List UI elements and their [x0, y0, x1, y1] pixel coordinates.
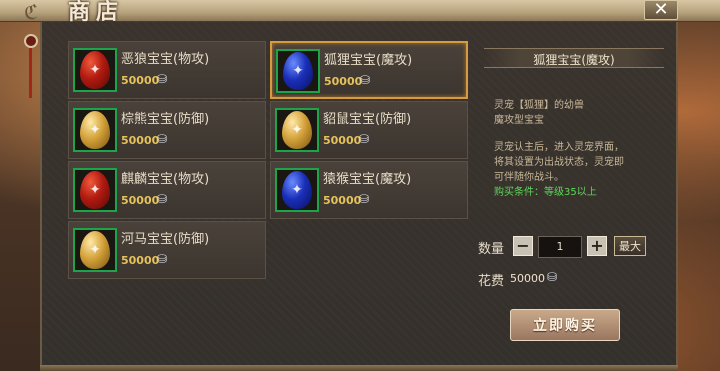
detail-description: 灵宠【狐狸】的幼兽 — [494, 100, 584, 111]
detail-description: 魔攻型宝宝 — [494, 115, 544, 126]
item-price: 50000 — [121, 74, 160, 87]
detail-title: 狐狸宝宝(魔攻) — [533, 53, 615, 67]
item-price: 50000 — [323, 194, 362, 207]
close-icon: ✕ — [653, 0, 669, 20]
item-price: 50000 — [323, 134, 362, 147]
shop-item[interactable]: ✦ 狐狸宝宝(魔攻) 50000 ⛁ — [270, 41, 468, 99]
item-price: 50000 — [121, 254, 160, 267]
item-name: 麒麟宝宝(物攻) — [121, 172, 210, 187]
side-knob-icon — [24, 34, 38, 48]
shop-item[interactable]: ✦ 棕熊宝宝(防御) 50000 ⛁ — [68, 101, 266, 159]
shop-item[interactable]: ✦ 恶狼宝宝(物攻) 50000 ⛁ — [68, 41, 266, 99]
cost-value: 50000 — [510, 272, 545, 285]
silver-ingot-icon: ⛁ — [157, 72, 168, 86]
quantity-plus-button[interactable]: + — [587, 236, 607, 256]
hippo-icon: ✦ — [80, 231, 110, 269]
silver-ingot-icon: ⛁ — [360, 73, 371, 87]
item-icon-frame: ✦ — [73, 168, 117, 212]
bottom-frame — [40, 365, 678, 371]
item-icon-frame: ✦ — [73, 228, 117, 272]
detail-description: 将其设置为出战状态，灵宠即 — [494, 157, 624, 168]
ape-icon: ✦ — [282, 171, 312, 209]
silver-ingot-icon: ⛁ — [547, 270, 558, 284]
bear-icon: ✦ — [80, 111, 110, 149]
item-price: 50000 — [324, 75, 363, 88]
item-icon-frame: ✦ — [275, 108, 319, 152]
quantity-label: 数量 — [478, 242, 505, 257]
detail-title-bar: 狐狸宝宝(魔攻) — [484, 48, 664, 68]
close-button[interactable]: ✕ — [644, 0, 678, 20]
detail-description: 可伴随你战斗。 — [494, 172, 564, 183]
cost-label: 花费 — [478, 274, 505, 289]
item-price: 50000 — [121, 134, 160, 147]
plus-icon: + — [590, 236, 604, 255]
item-name: 棕熊宝宝(防御) — [121, 112, 210, 127]
silver-ingot-icon: ⛁ — [359, 192, 370, 206]
wolf-icon: ✦ — [80, 51, 110, 89]
item-price: 50000 — [121, 194, 160, 207]
quantity-input[interactable]: 1 — [538, 236, 582, 258]
item-icon-frame: ✦ — [73, 108, 117, 152]
silver-ingot-icon: ⛁ — [157, 132, 168, 146]
purchase-requirement: 购买条件：等级35以上 — [494, 187, 597, 198]
fox-icon: ✦ — [283, 52, 313, 90]
max-quantity-button[interactable]: 最大 — [614, 236, 646, 256]
quantity-minus-button[interactable]: − — [513, 236, 533, 256]
silver-ingot-icon: ⛁ — [157, 192, 168, 206]
scroll-ornament-icon: ℭ — [24, 0, 39, 24]
side-rope — [29, 48, 32, 98]
detail-description: 灵宠认主后，进入灵宠界面， — [494, 142, 624, 153]
item-icon-frame: ✦ — [275, 168, 319, 212]
qilin-icon: ✦ — [80, 171, 110, 209]
shop-item[interactable]: ✦ 貂鼠宝宝(防御) 50000 ⛁ — [270, 101, 468, 159]
buy-now-button[interactable]: 立即购买 — [510, 309, 620, 341]
item-name: 恶狼宝宝(物攻) — [121, 52, 210, 67]
title-bar: ℭ 商店 ✕ — [0, 0, 720, 25]
silver-ingot-icon: ⛁ — [359, 132, 370, 146]
item-icon-frame: ✦ — [276, 49, 320, 93]
item-name: 河马宝宝(防御) — [121, 232, 210, 247]
marten-icon: ✦ — [282, 111, 312, 149]
item-name: 猿猴宝宝(魔攻) — [323, 172, 412, 187]
silver-ingot-icon: ⛁ — [157, 252, 168, 266]
shop-item[interactable]: ✦ 猿猴宝宝(魔攻) 50000 ⛁ — [270, 161, 468, 219]
item-icon-frame: ✦ — [73, 48, 117, 92]
item-name: 貂鼠宝宝(防御) — [323, 112, 412, 127]
item-grid: ✦ 恶狼宝宝(物攻) 50000 ⛁ ✦ 狐狸宝宝(魔攻) 50000 ⛁ ✦ … — [68, 41, 468, 302]
shop-item[interactable]: ✦ 河马宝宝(防御) 50000 ⛁ — [68, 221, 266, 279]
shop-item[interactable]: ✦ 麒麟宝宝(物攻) 50000 ⛁ — [68, 161, 266, 219]
minus-icon: − — [516, 236, 530, 255]
item-name: 狐狸宝宝(魔攻) — [324, 53, 413, 68]
